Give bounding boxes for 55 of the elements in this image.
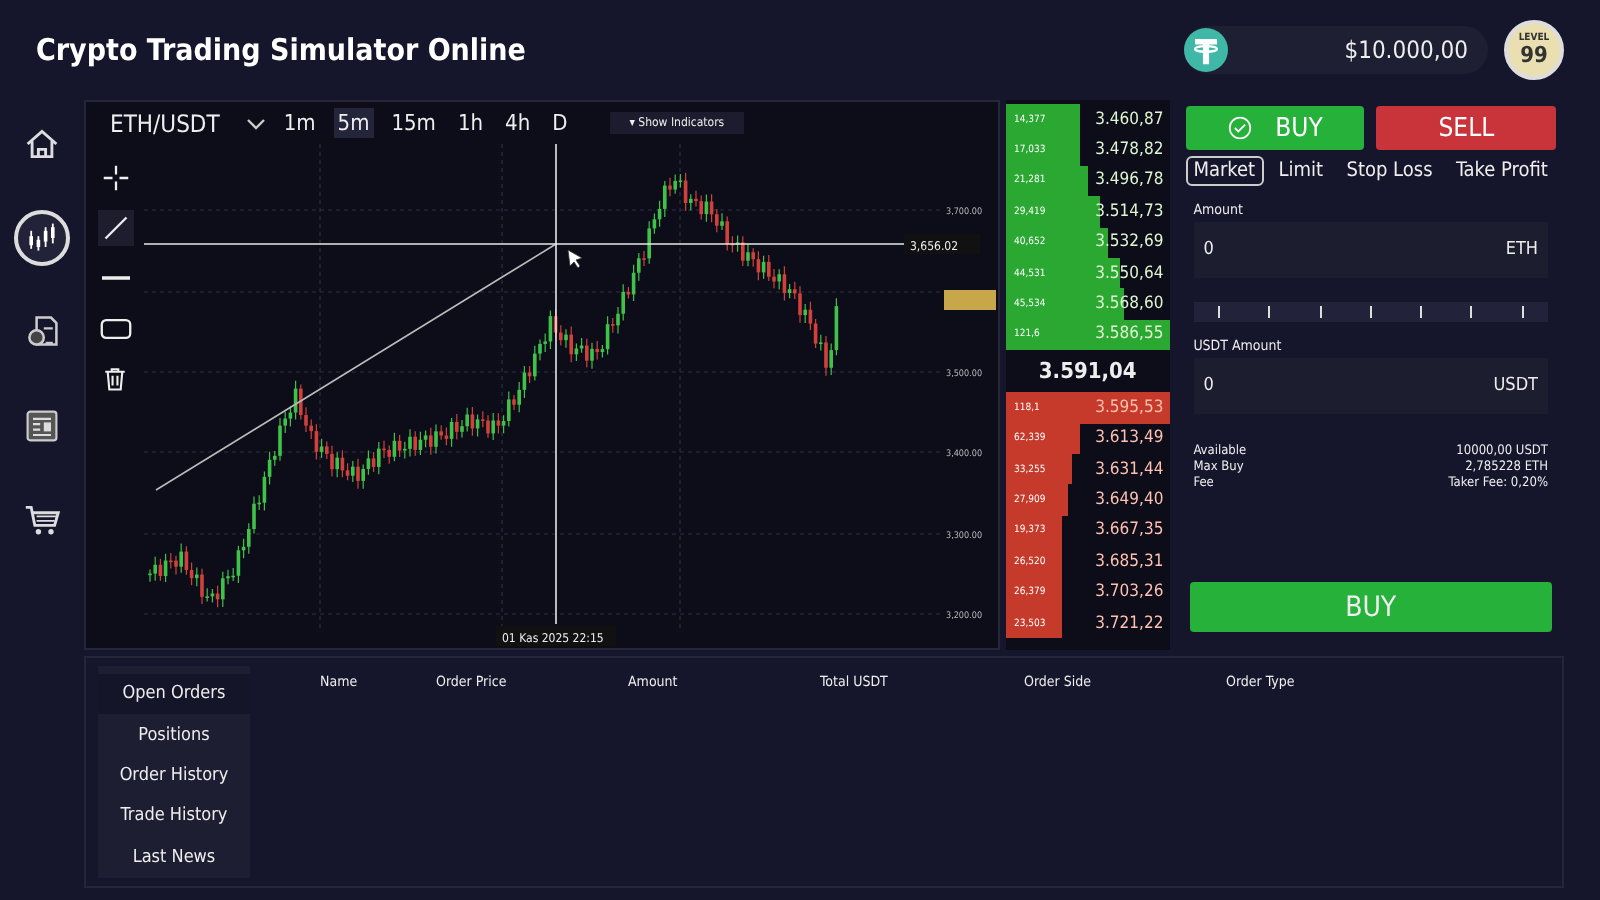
candlestick-icon <box>24 220 60 256</box>
trend-line[interactable] <box>155 243 557 491</box>
home-icon <box>24 126 60 162</box>
pair-selector[interactable]: ETH/USDT <box>110 109 220 137</box>
check-icon <box>1227 116 1252 140</box>
timeframe-tab[interactable]: 1h <box>453 108 488 138</box>
orders-tab[interactable]: Positions <box>126 714 222 756</box>
order-price: 3.631,44 <box>1095 459 1164 480</box>
usdt-amount-field[interactable]: 0 USDT <box>1193 358 1548 414</box>
timeframe-tab[interactable]: 15m <box>387 108 440 138</box>
orders-tab[interactable]: Order History <box>107 755 241 797</box>
order-type-tab[interactable]: Take Profit <box>1447 156 1556 186</box>
horizontal-line-icon <box>101 274 129 282</box>
orders-tab[interactable]: Last News <box>120 837 228 879</box>
orders-tab[interactable]: Trade History <box>108 796 240 838</box>
cursor-icon <box>567 249 583 269</box>
timeframe-tab[interactable]: 1m <box>279 108 320 138</box>
line-icon <box>101 214 129 242</box>
timeframe-tab[interactable]: D <box>548 108 572 138</box>
timeframe-tab[interactable]: 5m <box>333 108 374 138</box>
price-marker <box>944 290 996 310</box>
order-price: 3.703,26 <box>1095 582 1164 603</box>
order-price: 3.667,35 <box>1095 520 1164 541</box>
order-price: 3.478,82 <box>1095 140 1164 161</box>
order-type-tab[interactable]: Limit <box>1270 156 1332 186</box>
order-price: 3.460,87 <box>1095 109 1164 130</box>
level-number: 99 <box>1520 44 1548 66</box>
newspaper-icon <box>24 408 60 444</box>
document-icon <box>24 314 60 350</box>
depth-bar <box>1006 104 1080 135</box>
balance-amount: $10.000,00 <box>1342 36 1470 64</box>
orders-tab[interactable]: Open Orders <box>98 674 250 715</box>
depth-bar <box>1006 607 1062 639</box>
order-price: 3.496,78 <box>1095 170 1164 191</box>
amount-field[interactable]: 0 ETH <box>1193 222 1548 278</box>
nav-button[interactable] <box>14 210 70 266</box>
coin-icon <box>1184 28 1228 72</box>
order-price: 3.649,40 <box>1095 489 1164 510</box>
timeframe-tab[interactable]: 4h <box>501 108 535 138</box>
rectangle-icon <box>99 317 131 339</box>
app-title: Crypto Trading Simulator Online <box>36 32 528 68</box>
tool-button[interactable] <box>97 210 133 246</box>
order-price: 3.685,31 <box>1095 551 1164 572</box>
order-price: 3.721,22 <box>1095 613 1164 634</box>
order-price: 3.595,53 <box>1095 397 1164 418</box>
side-button[interactable]: SELL <box>1376 106 1556 150</box>
last-price: 3.591,04 <box>1036 356 1139 389</box>
crosshair-icon <box>101 164 129 192</box>
chevron-down-icon[interactable] <box>245 117 266 129</box>
trash-icon <box>102 365 128 391</box>
cart-icon <box>24 502 60 538</box>
order-price: 3.613,49 <box>1095 428 1164 449</box>
order-type-tab[interactable]: Stop Loss <box>1338 156 1441 186</box>
order-type-tab[interactable]: Market <box>1185 156 1264 186</box>
order-price: 3.586,55 <box>1095 324 1164 345</box>
